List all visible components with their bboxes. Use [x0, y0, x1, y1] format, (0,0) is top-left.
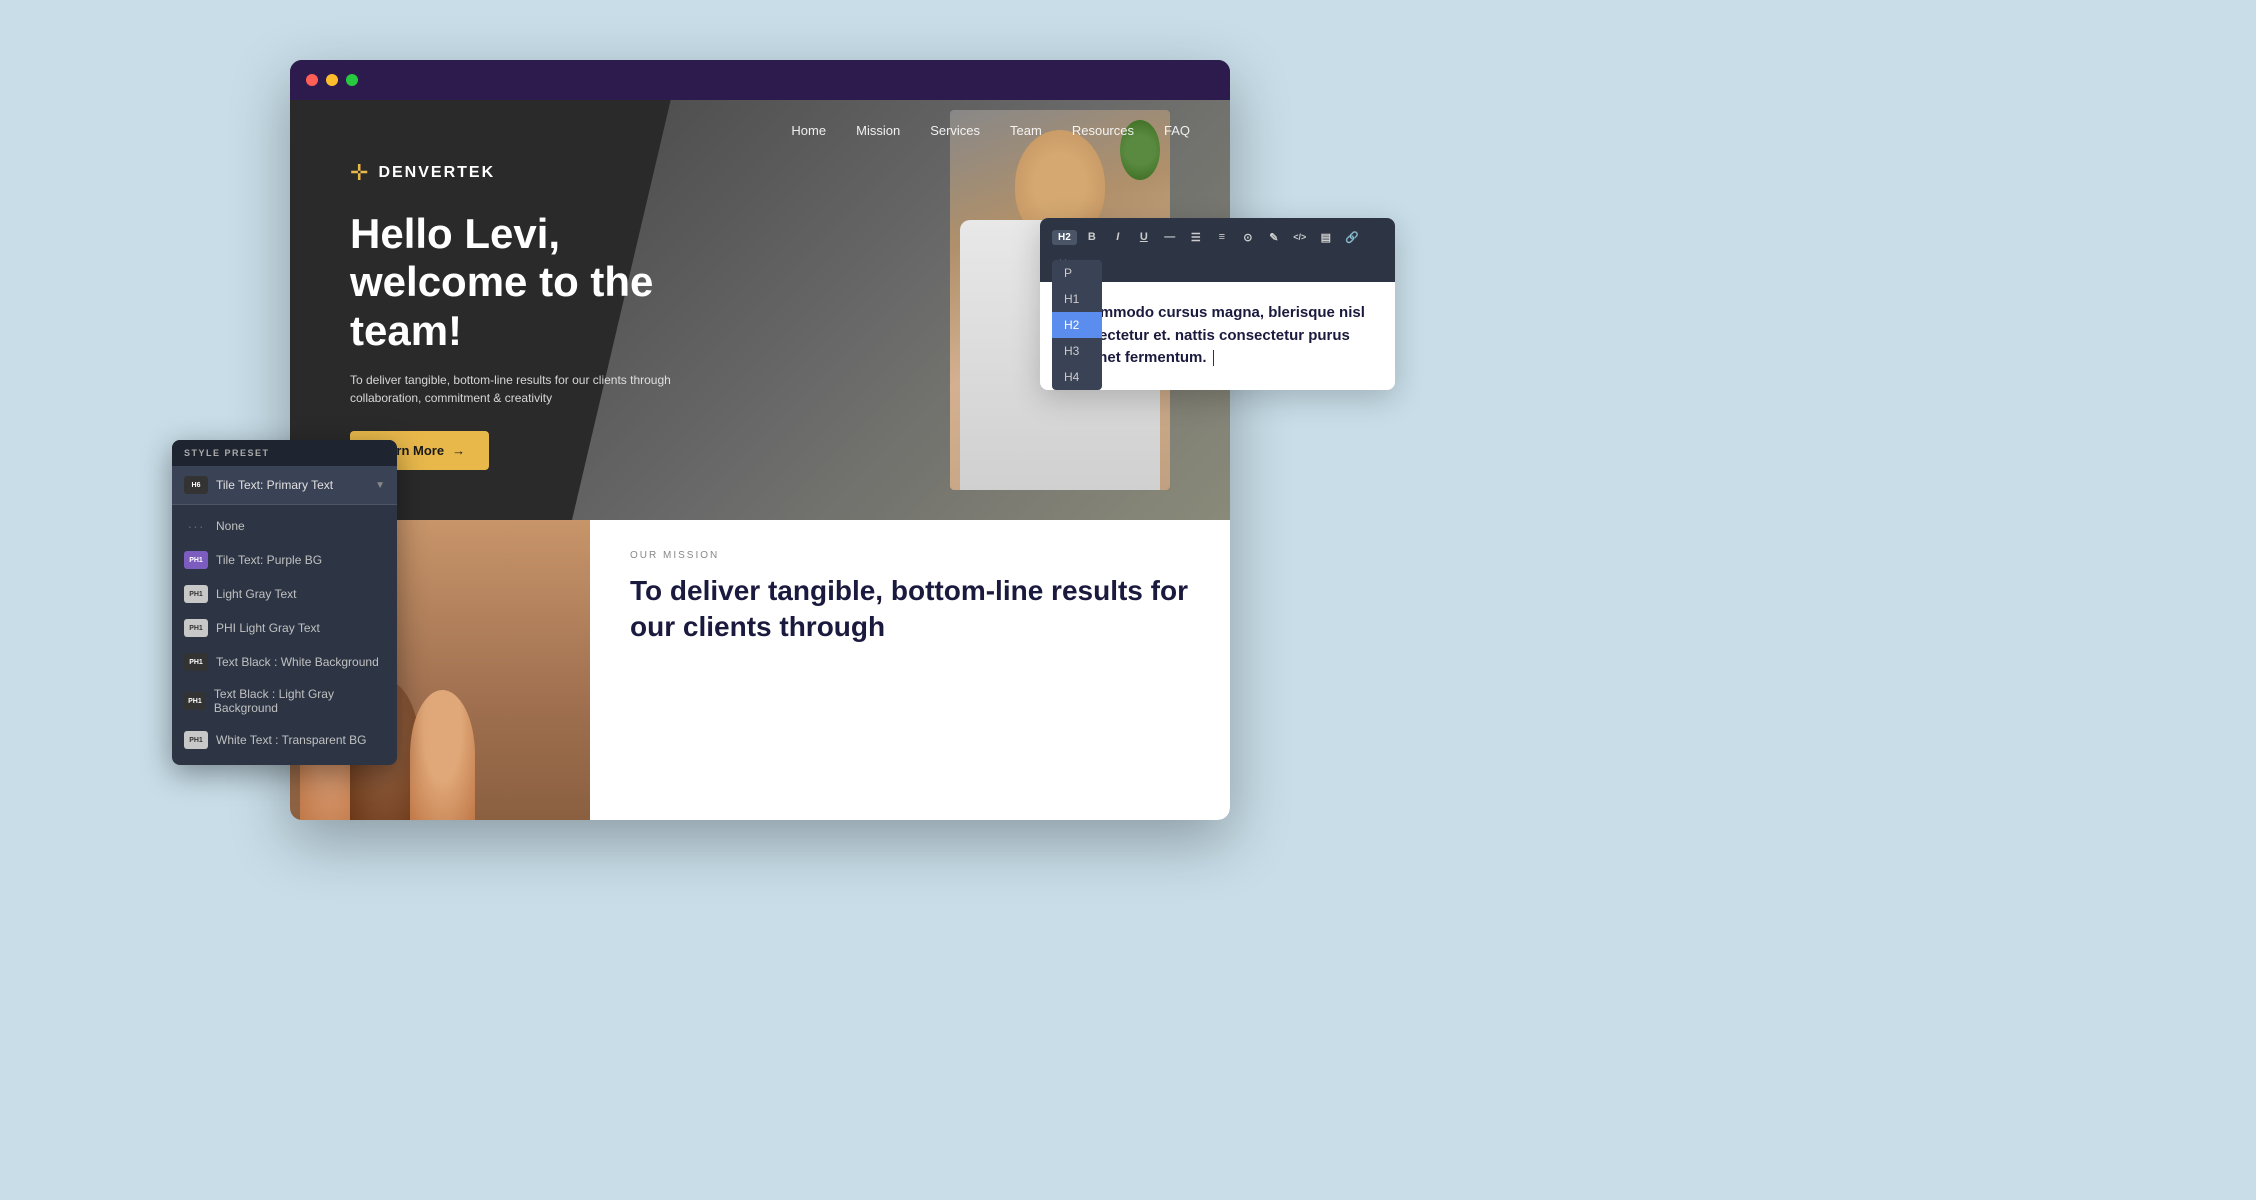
browser-content: Home Mission Services Team Resources FAQ…: [290, 100, 1230, 820]
rich-text-editor: H2 B I U — ☰ ≡ ⊙ ✎ </> ▤ 🔗 ✕ P H1 H2 H3 …: [1040, 218, 1395, 390]
preset-item-name-text-black-gray: Text Black : Light Gray Background: [214, 687, 385, 715]
browser-dot-yellow[interactable]: [326, 74, 338, 86]
hero-content: Hello Levi, welcome to the team! To deli…: [350, 210, 710, 470]
style-preset-panel: STYLE PRESET H6 Tile Text: Primary Text …: [172, 440, 397, 765]
preset-dropdown-chevron: ▼: [375, 480, 385, 491]
rte-toolbar: H2 B I U — ☰ ≡ ⊙ ✎ </> ▤ 🔗 ✕ P H1 H2 H3 …: [1040, 218, 1395, 282]
preset-item-name-light-gray: Light Gray Text: [216, 587, 296, 601]
mission-label: OUR MISSION: [630, 550, 1190, 561]
preset-item-white-transparent[interactable]: PH1 White Text : Transparent BG: [172, 723, 397, 757]
rte-option-h4[interactable]: H4: [1052, 364, 1102, 390]
rte-option-h2[interactable]: H2: [1052, 312, 1102, 338]
nav-services[interactable]: Services: [930, 123, 980, 138]
preset-item-name-tile-purple: Tile Text: Purple BG: [216, 553, 322, 567]
rte-text-content: nt commodo cursus magna, blerisque nisl …: [1064, 304, 1365, 366]
preset-item-name-none: None: [216, 519, 245, 533]
current-preset-name: Tile Text: Primary Text: [216, 478, 333, 492]
learn-more-arrow: →: [452, 443, 465, 458]
text-black-white-badge: PH1: [184, 653, 208, 671]
rte-bold-button[interactable]: B: [1081, 226, 1103, 248]
nav-resources[interactable]: Resources: [1072, 123, 1134, 138]
logo-icon: ✛: [350, 160, 368, 186]
preset-item-casestudy[interactable]: PH1 CaseStudy Tiles Presets: [172, 757, 397, 765]
rte-heading-selector[interactable]: H2: [1052, 230, 1077, 245]
hero-subtitle: To deliver tangible, bottom-line results…: [350, 371, 710, 407]
rte-table-button[interactable]: ▤: [1315, 226, 1337, 248]
rte-italic-button[interactable]: I: [1107, 226, 1129, 248]
preset-item-phi-light-gray[interactable]: PH1 PHI Light Gray Text: [172, 611, 397, 645]
text-black-gray-badge: PH1: [184, 692, 206, 710]
rte-strikethrough-button[interactable]: —: [1159, 226, 1181, 248]
rte-code-button[interactable]: </>: [1289, 226, 1311, 248]
preset-item-name-phi: PHI Light Gray Text: [216, 621, 320, 635]
preset-item-light-gray[interactable]: PH1 Light Gray Text: [172, 577, 397, 611]
website-lower-section: OUR MISSION To deliver tangible, bottom-…: [290, 520, 1230, 820]
rte-cursor: [1213, 350, 1214, 366]
rte-text: nt commodo cursus magna, blerisque nisl …: [1064, 302, 1371, 370]
style-preset-header: STYLE PRESET: [172, 440, 397, 466]
browser-titlebar: [290, 60, 1230, 100]
rte-heading-dropdown: P H1 H2 H3 H4: [1052, 260, 1102, 390]
rte-option-h3[interactable]: H3: [1052, 338, 1102, 364]
preset-item-text-black-white[interactable]: PH1 Text Black : White Background: [172, 645, 397, 679]
rte-color-button[interactable]: ✎: [1263, 226, 1285, 248]
white-transparent-badge: PH1: [184, 731, 208, 749]
preset-item-name-text-black-white: Text Black : White Background: [216, 655, 379, 669]
style-preset-list: ··· None PH1 Tile Text: Purple BG PH1 Li…: [172, 505, 397, 765]
mission-heading: To deliver tangible, bottom-line results…: [630, 573, 1190, 646]
hero-heading: Hello Levi, welcome to the team!: [350, 210, 710, 355]
nav-home[interactable]: Home: [791, 123, 826, 138]
nav-faq[interactable]: FAQ: [1164, 123, 1190, 138]
light-gray-badge: PH1: [184, 585, 208, 603]
website-logo: ✛ DENVERTEK: [350, 160, 495, 186]
browser-window: Home Mission Services Team Resources FAQ…: [290, 60, 1230, 820]
rte-list-ol-button[interactable]: ≡: [1211, 226, 1233, 248]
rte-link-button[interactable]: 🔗: [1341, 226, 1363, 248]
rte-option-h1[interactable]: H1: [1052, 286, 1102, 312]
preset-item-text-black-gray[interactable]: PH1 Text Black : Light Gray Background: [172, 679, 397, 723]
logo-text: DENVERTEK: [378, 164, 495, 182]
current-preset-badge: H6: [184, 476, 208, 494]
preset-item-none[interactable]: ··· None: [172, 509, 397, 543]
preset-item-name-white-transparent: White Text : Transparent BG: [216, 733, 367, 747]
browser-dot-green[interactable]: [346, 74, 358, 86]
browser-dot-red[interactable]: [306, 74, 318, 86]
style-preset-current-left: H6 Tile Text: Primary Text: [184, 476, 333, 494]
nav-mission[interactable]: Mission: [856, 123, 900, 138]
rte-indent-button[interactable]: ⊙: [1237, 226, 1259, 248]
rte-list-ul-button[interactable]: ☰: [1185, 226, 1207, 248]
phi-badge: PH1: [184, 619, 208, 637]
tile-purple-badge: PH1: [184, 551, 208, 569]
website-nav: Home Mission Services Team Resources FAQ: [290, 100, 1230, 160]
style-preset-current[interactable]: H6 Tile Text: Primary Text ▼: [172, 466, 397, 505]
none-preset-badge: ···: [184, 517, 208, 535]
rte-option-p[interactable]: P: [1052, 260, 1102, 286]
mission-section: OUR MISSION To deliver tangible, bottom-…: [590, 520, 1230, 820]
rte-underline-button[interactable]: U: [1133, 226, 1155, 248]
preset-item-tile-purple[interactable]: PH1 Tile Text: Purple BG: [172, 543, 397, 577]
nav-team[interactable]: Team: [1010, 123, 1042, 138]
